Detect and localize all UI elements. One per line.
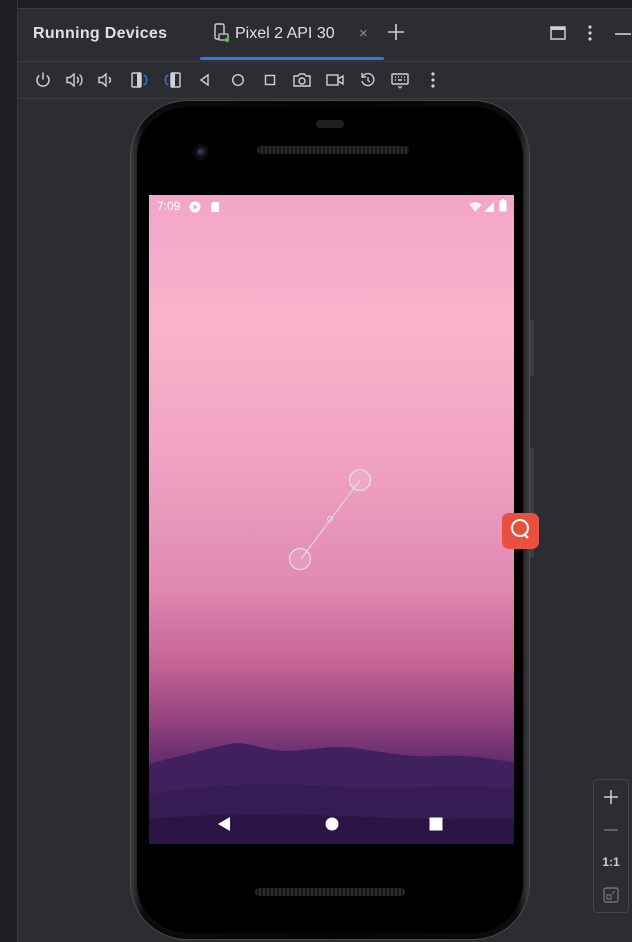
proximity-sensor	[316, 120, 344, 128]
more-icon[interactable]	[582, 23, 598, 48]
window-options-icon[interactable]	[548, 23, 568, 48]
tab-label: Pixel 2 API 30	[235, 25, 335, 42]
zoom-out-icon[interactable]	[594, 820, 628, 840]
active-tab-indicator	[200, 57, 384, 60]
power-icon[interactable]	[32, 69, 54, 91]
device-toolbar	[17, 62, 632, 98]
android-nav-bar	[149, 796, 514, 844]
device-icon	[213, 23, 231, 48]
actual-size-button[interactable]: 1:1	[594, 852, 628, 872]
add-tab-icon[interactable]	[385, 21, 407, 48]
volume-up-icon[interactable]	[64, 69, 86, 91]
touch-point-1	[348, 468, 372, 492]
earpiece-speaker	[257, 146, 409, 154]
screenshot-icon[interactable]	[291, 69, 313, 91]
touch-point-2	[288, 547, 312, 571]
more-options-icon[interactable]	[422, 69, 444, 91]
bottom-speaker	[255, 888, 405, 896]
top-edge	[0, 0, 632, 9]
device-power-button	[530, 320, 534, 376]
minimize-icon[interactable]	[613, 23, 631, 48]
search-icon	[509, 517, 533, 546]
nav-home-icon[interactable]	[325, 817, 339, 836]
fit-screen-icon[interactable]	[594, 884, 628, 906]
nav-overview-icon[interactable]	[429, 817, 443, 836]
home-icon[interactable]	[227, 69, 249, 91]
front-camera-icon	[193, 144, 209, 160]
zoom-in-icon[interactable]	[594, 786, 628, 808]
device-screen[interactable]: 7:09	[149, 195, 514, 844]
search-fab[interactable]	[502, 513, 539, 549]
reset-icon[interactable]	[357, 69, 379, 91]
pinch-gesture-overlay	[288, 468, 372, 571]
nav-back-icon[interactable]	[217, 816, 231, 837]
volume-down-icon[interactable]	[95, 69, 117, 91]
rotate-left-icon[interactable]	[128, 69, 150, 91]
tool-window-title: Running Devices	[33, 25, 168, 42]
zoom-controls: 1:1	[593, 779, 629, 913]
screen-record-icon[interactable]	[324, 69, 346, 91]
tool-window-header: Running Devices Pixel 2 API 30 ×	[17, 9, 632, 61]
toolbar-divider	[17, 98, 632, 99]
rotate-right-icon[interactable]	[162, 69, 184, 91]
keyboard-icon[interactable]	[389, 69, 411, 91]
left-tool-strip	[0, 0, 18, 942]
close-tab-icon[interactable]: ×	[359, 25, 368, 42]
tab-pixel-2-api-30[interactable]: Pixel 2 API 30 ×	[200, 9, 384, 61]
back-icon[interactable]	[194, 69, 216, 91]
overview-icon[interactable]	[259, 69, 281, 91]
